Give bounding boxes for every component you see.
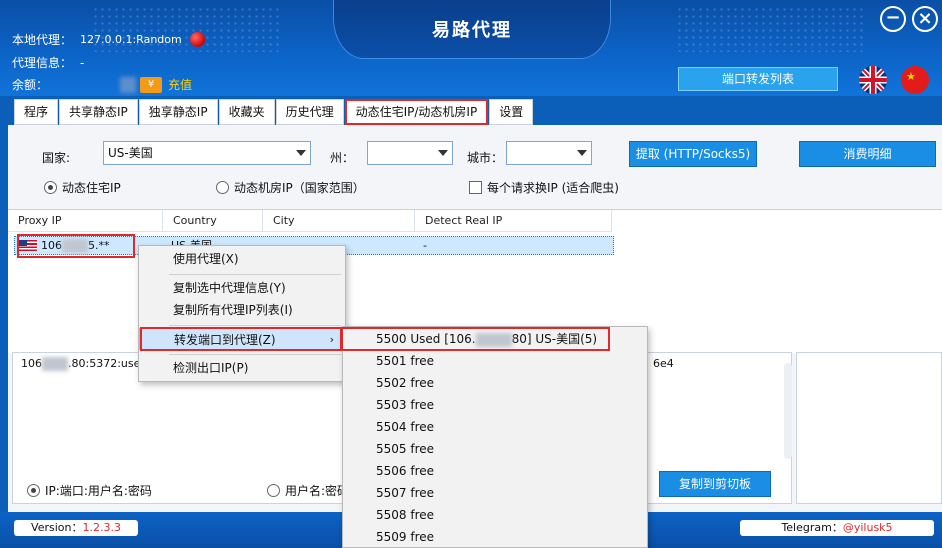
rotate-ip-checkbox[interactable]: 每个请求换IP (适合爬虫) [469,179,619,196]
close-button[interactable]: × [912,6,938,32]
extract-button[interactable]: 提取 (HTTP/Socks5) [629,141,757,167]
submenu-item-port-5505[interactable]: 5505 free [343,438,647,460]
main-tabs: 程序 共享静态IP 独享静态IP 收藏夹 历史代理 动态住宅IP/动态机房IP … [14,99,534,125]
output-line: 106 .80:5372:user [21,357,145,371]
chinese-flag-icon[interactable]: ★ [901,66,929,94]
radio-residential[interactable]: 动态住宅IP [44,179,121,196]
tab-dedicated-static-ip[interactable]: 独享静态IP [138,99,218,125]
menu-separator [169,325,341,326]
submenu-item-port-5504[interactable]: 5504 free [343,416,647,438]
menu-separator [169,274,341,275]
local-proxy-value: 127.0.0.1:Random [80,33,182,46]
radio-dot-icon [44,181,57,194]
proxy-info-value: - [80,55,85,70]
tab-dynamic-ip[interactable]: 动态住宅IP/动态机房IP [344,99,489,125]
output-suffix: .80:5372:user [68,357,145,370]
consume-detail-button[interactable]: 消费明细 [799,141,936,167]
submenu-item-port-5501[interactable]: 5501 free [343,350,647,372]
output-blurred [42,357,68,371]
menu-separator [169,354,341,355]
side-output-area[interactable] [796,352,942,504]
decor-dots-right [676,6,866,52]
port-forward-list-button[interactable]: 端口转发列表 [678,67,838,91]
radio-datacenter[interactable]: 动态机房IP（国家范围） [216,179,365,196]
output-line-right: 6e4 [653,357,674,370]
state-select[interactable] [367,141,453,165]
context-menu: 使用代理(X) 复制选中代理信息(Y) 复制所有代理IP列表(I) 转发端口到代… [138,245,346,382]
local-proxy-row: 本地代理： 127.0.0.1:Random [12,31,205,48]
country-select-value: US-美国 [108,146,153,160]
balance-value-blurred [120,76,136,93]
tab-shared-static-ip[interactable]: 共享静态IP [59,99,138,125]
radio-format-ip-port-user-label: IP:端口:用户名:密码 [45,484,152,498]
status-dot-icon [189,32,205,47]
radio-format-user-pass-label: 用户名:密码 [285,484,350,498]
coin-icon: ¥ [140,76,162,93]
version-value: 1.2.3.3 [82,521,121,534]
rotate-ip-label: 每个请求换IP (适合爬虫) [487,181,619,195]
country-select[interactable]: US-美国 [103,141,311,165]
telegram-label: Telegram： [781,521,843,534]
title-bar: 易路代理 − × 本地代理： 127.0.0.1:Random 代理信息： - … [0,0,942,96]
grid-header: Proxy IP Country City Detect Real IP [8,210,612,232]
menu-item-copy-selected[interactable]: 复制选中代理信息(Y) [139,277,345,299]
balance-label: 余额： [12,78,49,92]
submenu-item-port-5503[interactable]: 5503 free [343,394,647,416]
highlight-proxy-ip [17,234,135,258]
radio-dot-icon [267,484,280,497]
column-header-city[interactable]: City [263,210,415,232]
checkbox-box-icon [469,181,482,194]
submenu-item-port-5509[interactable]: 5509 free [343,526,647,548]
highlight-port-5500 [341,327,610,351]
submenu-item-port-5502[interactable]: 5502 free [343,372,647,394]
radio-residential-label: 动态住宅IP [62,181,121,195]
balance-row: 余额： ¥ 充值 [12,76,192,93]
tab-program[interactable]: 程序 [14,99,59,125]
app-title: 易路代理 [432,20,512,41]
tab-favorites[interactable]: 收藏夹 [218,99,275,125]
submenu-item-port-5508[interactable]: 5508 free [343,504,647,526]
column-header-country[interactable]: Country [163,210,263,232]
telegram-value: @yilusk5 [842,521,893,534]
output-scrollbar[interactable] [784,363,792,459]
state-label: 州： [330,151,355,165]
highlight-forward-port [140,327,342,351]
menu-item-copy-all[interactable]: 复制所有代理IP列表(I) [139,299,345,321]
english-flag-icon[interactable] [859,66,887,94]
version-label: Version： [31,521,83,534]
radio-datacenter-label: 动态机房IP（国家范围） [234,181,365,195]
tab-history[interactable]: 历史代理 [275,99,344,125]
minimize-button[interactable]: − [880,6,906,32]
radio-dot-icon [27,484,40,497]
city-label: 城市： [467,151,504,165]
city-select[interactable] [506,141,592,165]
cell-detect: - [423,239,427,252]
copy-to-clipboard-button[interactable]: 复制到剪切板 [659,471,771,497]
output-prefix: 106 [21,357,42,370]
version-info: Version：1.2.3.3 [14,520,138,536]
chevron-down-icon [438,150,448,156]
proxy-info-row: 代理信息： - [12,54,84,71]
recharge-link[interactable]: 充值 [168,76,192,93]
local-proxy-label: 本地代理： [12,33,73,47]
menu-item-check-exit-ip[interactable]: 检测出口IP(P) [139,357,345,379]
country-label: 国家: [42,151,71,165]
telegram-info[interactable]: Telegram：@yilusk5 [740,520,934,536]
port-submenu: 5500 Used [106. 80] US-美国(5) 5501 free 55… [342,326,648,548]
menu-item-use-proxy[interactable]: 使用代理(X) [139,248,345,270]
submenu-item-port-5507[interactable]: 5507 free [343,482,647,504]
chevron-down-icon [296,150,306,156]
radio-format-user-pass[interactable]: 用户名:密码 [267,482,349,499]
column-header-proxy-ip[interactable]: Proxy IP [8,210,163,232]
tab-settings[interactable]: 设置 [489,99,534,125]
radio-format-ip-port-user[interactable]: IP:端口:用户名:密码 [27,482,152,499]
chevron-down-icon [577,150,587,156]
proxy-info-label: 代理信息： [12,56,73,70]
radio-dot-icon [216,181,229,194]
submenu-item-port-5506[interactable]: 5506 free [343,460,647,482]
column-header-detect-real-ip[interactable]: Detect Real IP [415,210,612,232]
